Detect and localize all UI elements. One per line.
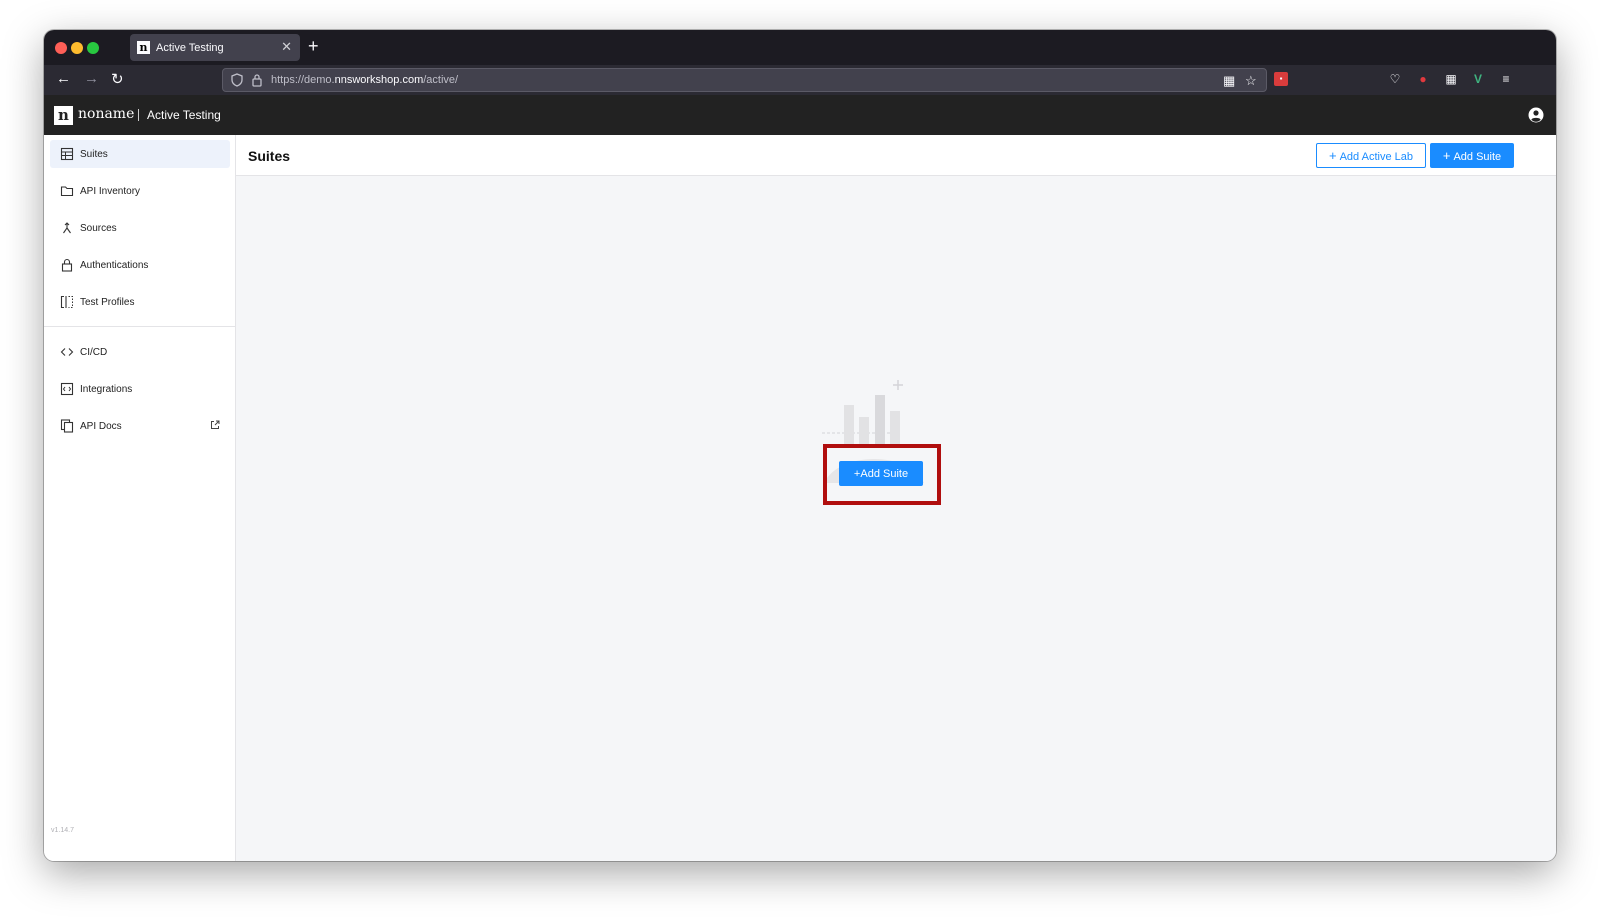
menu-icon[interactable]: ≡	[1499, 72, 1513, 86]
profiles-icon	[60, 295, 73, 309]
sidebar-item-api-docs[interactable]: API Docs	[50, 412, 230, 440]
sidebar-item-label: Sources	[80, 223, 117, 234]
suites-icon	[60, 147, 74, 161]
extension-red-icon[interactable]: ▪	[1274, 72, 1288, 86]
sidebar: Suites API Inventory Sources Authenticat…	[44, 135, 236, 861]
sidebar-item-label: CI/CD	[80, 347, 108, 358]
reload-icon[interactable]: ↻	[111, 70, 124, 88]
sidebar-item-sources[interactable]: Sources	[50, 214, 230, 242]
browser-toolbar: ← → ↻ https://demo.nnsworkshop.com/activ…	[44, 65, 1556, 95]
product-name: Active Testing	[147, 108, 221, 122]
plus-icon: +	[1329, 148, 1337, 163]
close-window-button[interactable]	[55, 42, 67, 54]
sidebar-divider	[44, 326, 235, 327]
logo-icon[interactable]: n	[54, 106, 73, 125]
tab-title: Active Testing	[156, 42, 224, 54]
sidebar-item-api-inventory[interactable]: API Inventory	[50, 177, 230, 205]
integrations-icon	[60, 382, 74, 396]
address-bar[interactable]: https://demo.nnsworkshop.com/active/ ▦ ☆	[222, 68, 1267, 92]
url-text: https://demo.nnsworkshop.com/active/	[271, 74, 459, 86]
maximize-window-button[interactable]	[87, 42, 99, 54]
merge-icon	[63, 222, 71, 234]
sidebar-item-label: Suites	[80, 149, 108, 160]
browser-tab[interactable]: n Active Testing ✕	[130, 34, 300, 61]
external-link-icon	[211, 420, 220, 429]
sidebar-item-authentications[interactable]: Authentications	[50, 251, 230, 279]
version-label: v1.14.7	[51, 827, 74, 834]
page-header: Suites + Add Active Lab + Add Suite	[236, 135, 1556, 176]
vue-devtools-icon[interactable]: V	[1471, 72, 1485, 86]
sidebar-item-label: Authentications	[80, 260, 149, 271]
browser-window: n Active Testing ✕ + ← → ↻ https://demo.…	[44, 30, 1556, 861]
qr-code-icon[interactable]: ▦	[1223, 73, 1235, 89]
extensions-grid-icon[interactable]: ▦	[1444, 72, 1458, 86]
code-icon	[60, 348, 74, 356]
user-account-icon[interactable]	[1528, 107, 1544, 123]
shield-icon[interactable]	[231, 73, 243, 87]
tab-favicon: n	[137, 41, 150, 54]
sidebar-item-label: Test Profiles	[80, 297, 135, 308]
tab-close-icon[interactable]: ✕	[281, 39, 292, 55]
pocket-icon[interactable]: ♡	[1388, 72, 1402, 86]
sidebar-item-suites[interactable]: Suites	[50, 140, 230, 168]
tab-strip: n Active Testing ✕ +	[44, 30, 1556, 65]
sidebar-item-label: Integrations	[80, 384, 133, 395]
sidebar-item-ci-cd[interactable]: CI/CD	[50, 338, 230, 366]
sidebar-item-label: API Docs	[80, 421, 122, 432]
extension-ublock-icon[interactable]: ●	[1416, 72, 1430, 86]
page-title: Suites	[248, 148, 291, 164]
lock-icon	[61, 258, 73, 272]
app-header: n noname Active Testing	[44, 95, 1556, 135]
add-active-lab-button[interactable]: + Add Active Lab	[1316, 143, 1426, 168]
forward-icon[interactable]: →	[84, 70, 99, 87]
plus-icon: +	[1442, 148, 1451, 163]
sidebar-item-test-profiles[interactable]: Test Profiles	[50, 288, 230, 316]
back-icon[interactable]: ←	[56, 70, 71, 87]
header-divider	[138, 109, 139, 121]
minimize-window-button[interactable]	[71, 42, 83, 54]
sidebar-item-integrations[interactable]: Integrations	[50, 375, 230, 403]
add-suite-button[interactable]: + Add Suite	[1430, 143, 1514, 168]
new-tab-button[interactable]: +	[308, 36, 319, 57]
folder-icon	[60, 186, 74, 197]
bookmark-star-icon[interactable]: ☆	[1245, 73, 1257, 89]
highlight-box	[823, 444, 941, 505]
main-content: Suites + Add Active Lab + Add Suite +Add S…	[236, 135, 1556, 861]
sidebar-item-label: API Inventory	[80, 186, 141, 197]
lock-icon[interactable]	[251, 73, 263, 87]
brand-name[interactable]: noname	[78, 106, 134, 122]
docs-icon	[60, 419, 74, 433]
